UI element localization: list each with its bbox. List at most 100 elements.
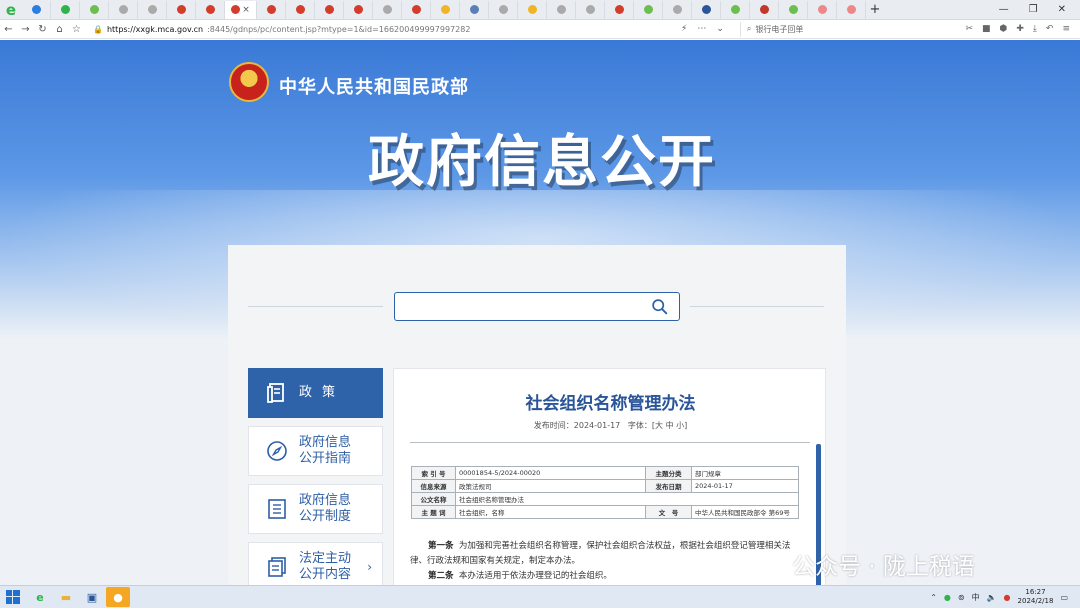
search-icon[interactable] xyxy=(651,298,668,315)
chevron-up-icon[interactable]: ⌃ xyxy=(930,593,937,602)
sidebar-item-disclosure-guide[interactable]: 政府信息公开指南 xyxy=(248,426,383,476)
download-icon[interactable]: ⤓ xyxy=(1033,24,1037,34)
url-host: https://xxgk.mca.gov.cn xyxy=(106,24,204,34)
menu-icon[interactable]: ≡ xyxy=(1062,24,1070,34)
tab-favicon-icon xyxy=(205,5,215,14)
taskbar-folder-icon[interactable]: ▬ xyxy=(54,587,78,607)
start-button[interactable] xyxy=(0,586,26,609)
browser-tab[interactable] xyxy=(837,0,866,19)
browser-tab[interactable] xyxy=(431,0,460,19)
site-search-input[interactable] xyxy=(395,293,645,319)
notification-icon[interactable]: ▭ xyxy=(1060,593,1068,602)
hero-title: 政府信息公开 xyxy=(368,130,716,195)
meta-value: 中华人民共和国民政部令 第69号 xyxy=(691,505,799,519)
article-number: 第一条 xyxy=(428,541,454,551)
clock[interactable]: 16:27 2024/2/18 xyxy=(1018,588,1054,606)
new-tab-button[interactable]: + xyxy=(866,2,884,17)
meta-key: 索 引 号 xyxy=(411,466,456,480)
browser-tab[interactable] xyxy=(489,0,518,19)
browser-tab[interactable] xyxy=(51,0,80,19)
tab-favicon-icon xyxy=(498,5,508,14)
tray-security-icon[interactable]: ● xyxy=(1004,593,1011,602)
browser-tab-active[interactable]: × xyxy=(225,0,257,19)
ministry-name: 中华人民共和国民政部 xyxy=(279,77,469,98)
browser-tab[interactable] xyxy=(721,0,750,19)
font-size-switch[interactable]: 字体：[大 中 小] xyxy=(628,421,687,430)
browser-tab[interactable] xyxy=(402,0,431,19)
taskbar-wechat-icon[interactable]: ● xyxy=(106,587,130,607)
puzzle-icon[interactable]: ✚ xyxy=(1016,24,1024,34)
extension-icon[interactable]: ■ xyxy=(982,24,991,34)
browser-tab[interactable] xyxy=(518,0,547,19)
undo-icon[interactable]: ↶ xyxy=(1046,24,1054,34)
taskbar-app-icon[interactable]: ▣ xyxy=(80,587,104,607)
table-row: 公文名称 社会组织名称管理办法 xyxy=(411,492,799,506)
sidebar-item-disclosure-system[interactable]: 政府信息公开制度 xyxy=(248,484,383,534)
publish-date: 2024-01-17 xyxy=(573,421,621,430)
close-icon[interactable]: ✕ xyxy=(1058,4,1066,15)
tab-favicon-icon xyxy=(266,5,276,14)
browser-tab[interactable] xyxy=(138,0,167,19)
lightning-icon[interactable]: ⚡ xyxy=(681,24,687,34)
browser-tab[interactable] xyxy=(315,0,344,19)
sidebar-item-mandatory-disclosure[interactable]: 法定主动公开内容 › xyxy=(248,542,383,585)
ime-indicator[interactable]: 中 xyxy=(972,592,980,603)
browser-tab[interactable] xyxy=(344,0,373,19)
article-text: 为加强和完善社会组织名称管理，保护社会组织合法权益，根据社会组织登记管理相关法律… xyxy=(410,541,791,566)
chevron-down-icon[interactable]: ⌄ xyxy=(716,24,724,34)
reload-icon[interactable]: ↻ xyxy=(34,24,51,35)
scissors-icon[interactable]: ✂ xyxy=(965,24,973,34)
table-row: 主 题 词 社会组织，名称 文 号 中华人民共和国民政部令 第69号 xyxy=(411,505,799,519)
table-row: 索 引 号 00001854-5/2024-00020 主题分类 部门规章 xyxy=(411,466,799,480)
minimize-icon[interactable]: — xyxy=(999,4,1009,15)
tab-favicon-icon xyxy=(411,5,421,14)
browser-tab[interactable] xyxy=(460,0,489,19)
article-text: 本办法适用于依法办理登记的社会组织。 xyxy=(458,571,612,581)
url-path: :8445/gdnps/pc/content.jsp?mtype=1&id=16… xyxy=(207,24,471,34)
browser-tab[interactable] xyxy=(196,0,225,19)
maximize-icon[interactable]: ❐ xyxy=(1029,4,1038,15)
browser-tab[interactable] xyxy=(109,0,138,19)
shield-icon[interactable]: ⬢ xyxy=(1000,24,1008,34)
document-meta: 发布时间：2024-01-17 字体：[大 中 小] xyxy=(394,420,827,431)
clock-date: 2024/2/18 xyxy=(1017,597,1054,605)
browser-logo-icon[interactable]: e xyxy=(0,0,22,20)
tab-favicon-icon xyxy=(231,5,241,14)
browser-tab[interactable] xyxy=(576,0,605,19)
bookmark-star-icon[interactable]: ☆ xyxy=(68,24,85,35)
search-icon: ⌕ xyxy=(746,24,752,33)
browser-tab[interactable] xyxy=(22,0,51,19)
home-icon[interactable]: ⌂ xyxy=(51,24,68,35)
browser-tab[interactable] xyxy=(808,0,837,19)
clock-time: 16:27 xyxy=(1025,588,1046,596)
browser-tab[interactable] xyxy=(286,0,315,19)
browser-search-box[interactable]: ⌕ 银行电子回单 xyxy=(739,21,910,37)
browser-tab[interactable] xyxy=(634,0,663,19)
browser-tab[interactable] xyxy=(692,0,721,19)
browser-tab[interactable] xyxy=(779,0,808,19)
document-meta-table: 索 引 号 00001854-5/2024-00020 主题分类 部门规章 信息… xyxy=(411,466,799,519)
divider-left xyxy=(248,306,383,307)
forward-icon[interactable]: → xyxy=(17,24,34,35)
sidebar-item-policy[interactable]: 政策 xyxy=(248,368,383,418)
tab-close-icon[interactable]: × xyxy=(242,5,250,15)
browser-tab[interactable] xyxy=(605,0,634,19)
browser-tab[interactable] xyxy=(80,0,109,19)
address-bar[interactable]: 🔒 https://xxgk.mca.gov.cn:8445/gdnps/pc/… xyxy=(93,22,661,37)
more-icon[interactable]: ⋯ xyxy=(697,24,706,34)
browser-tab[interactable] xyxy=(750,0,779,19)
speaker-icon[interactable]: 🔈 xyxy=(987,593,997,602)
meta-value: 社会组织，名称 xyxy=(455,505,646,519)
browser-tab[interactable] xyxy=(663,0,692,19)
meta-value: 00001854-5/2024-00020 xyxy=(455,466,646,480)
taskbar-browser-icon[interactable]: e xyxy=(28,587,52,607)
browser-tab[interactable] xyxy=(373,0,402,19)
browser-tab[interactable] xyxy=(257,0,286,19)
browser-tab[interactable] xyxy=(167,0,196,19)
browser-tab[interactable] xyxy=(547,0,576,19)
article-paragraph: 第二条 本办法适用于依法办理登记的社会组织。 xyxy=(410,569,805,584)
divider-right xyxy=(690,306,824,307)
back-icon[interactable]: ← xyxy=(0,24,17,35)
network-icon[interactable]: ⊚ xyxy=(958,593,965,602)
tray-app-icon[interactable]: ● xyxy=(944,593,951,602)
